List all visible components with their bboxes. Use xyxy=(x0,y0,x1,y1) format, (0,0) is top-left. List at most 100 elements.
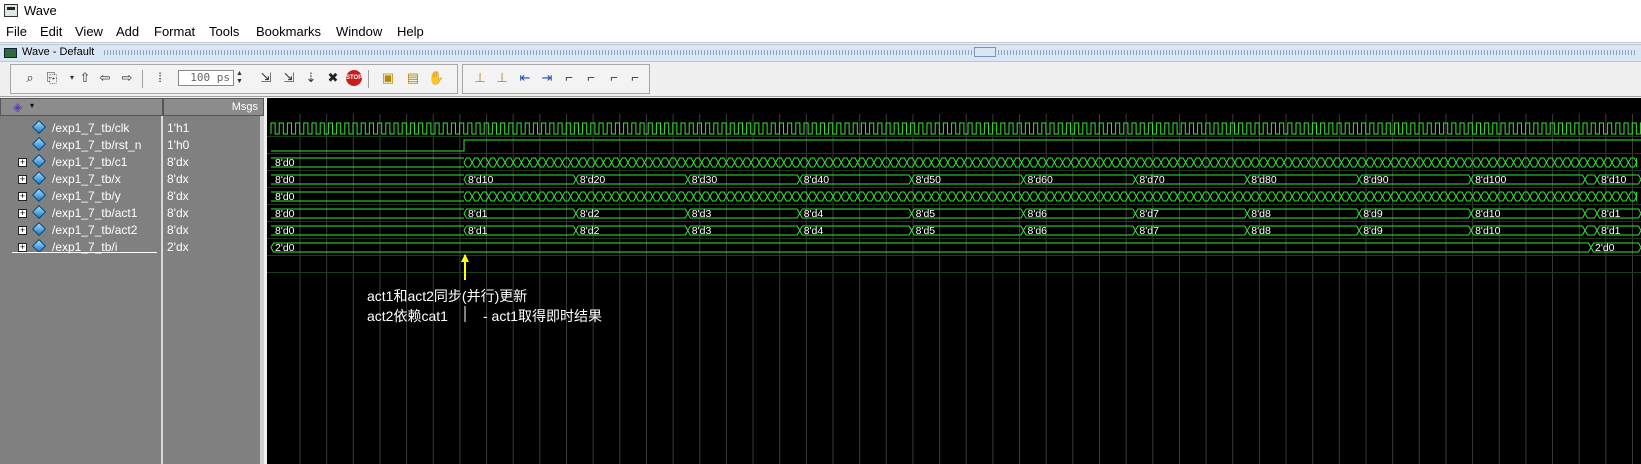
c1-segment xyxy=(1595,157,1605,168)
menu-file[interactable]: File xyxy=(6,24,27,39)
y-segment xyxy=(1545,191,1556,202)
act1-value-label: 8'd6 xyxy=(1028,208,1048,220)
signal-row[interactable]: /exp1_7_tb/clk xyxy=(0,119,163,137)
c1-segment xyxy=(660,157,670,168)
step-over-icon[interactable]: ⇲ xyxy=(281,70,297,86)
c1-segment xyxy=(1537,157,1547,168)
c1-segment xyxy=(1152,157,1162,168)
hand-pan-icon[interactable]: ✋ xyxy=(428,70,444,86)
signal-name: /exp1_7_tb/y xyxy=(52,189,121,203)
falling-edge-icon[interactable]: ⌐ xyxy=(561,70,577,86)
signal-row[interactable]: + /exp1_7_tb/act1 xyxy=(0,204,163,222)
expand-plus-icon[interactable]: + xyxy=(18,226,27,235)
signal-row[interactable]: + /exp1_7_tb/y xyxy=(0,187,163,205)
value-row[interactable]: 1'h1 xyxy=(163,120,263,137)
y-segment xyxy=(619,191,629,202)
y-segment xyxy=(488,191,498,202)
c1-segment xyxy=(1291,157,1301,168)
y-segment xyxy=(1316,191,1326,202)
value-row[interactable]: 8'dx xyxy=(163,222,263,239)
rst-n-wave xyxy=(271,139,1641,152)
c1-segment xyxy=(1144,157,1154,168)
menu-help[interactable]: Help xyxy=(397,24,424,39)
y-segment xyxy=(1554,191,1564,202)
chevron-down-icon[interactable]: ▾ xyxy=(30,101,34,110)
expand-plus-icon[interactable]: + xyxy=(18,209,27,218)
menu-edit[interactable]: Edit xyxy=(40,24,62,39)
value-row[interactable]: 8'dx xyxy=(163,171,263,188)
run-length-input[interactable]: 100 ps xyxy=(178,70,234,86)
menu-view[interactable]: View xyxy=(75,24,103,39)
menu-bookmarks[interactable]: Bookmarks xyxy=(256,24,321,39)
search-icon[interactable]: ⌕ xyxy=(22,70,38,86)
x-value-label: 8'd70 xyxy=(1139,174,1165,186)
expand-plus-icon[interactable]: + xyxy=(18,158,27,167)
restart-icon[interactable]: ▣ xyxy=(380,70,396,86)
x-value-label: 8'd80 xyxy=(1251,174,1277,186)
value-row[interactable]: 8'dx xyxy=(163,154,263,171)
back-icon[interactable]: ⇦ xyxy=(97,70,113,86)
value-row[interactable]: 8'dx xyxy=(163,205,263,222)
c1-segment xyxy=(570,157,580,168)
c1-segment xyxy=(840,157,850,168)
palette-icon[interactable]: ◈ xyxy=(13,101,27,113)
step-icon[interactable]: ⇲ xyxy=(258,70,274,86)
signal-row[interactable]: + /exp1_7_tb/i xyxy=(0,238,163,256)
value-row[interactable]: 8'dx xyxy=(163,188,263,205)
expand-plus-icon[interactable]: + xyxy=(18,243,27,252)
x-value-label: 8'd10 xyxy=(468,174,494,186)
wave-window-title: Wave - Default xyxy=(22,46,95,58)
signal-row[interactable]: + /exp1_7_tb/act2 xyxy=(0,221,163,239)
y-segment xyxy=(734,191,744,202)
signal-row[interactable]: + /exp1_7_tb/x xyxy=(0,170,163,188)
run-length-spinner[interactable]: ▲ ▼ xyxy=(236,70,245,86)
y-segment xyxy=(1250,191,1260,202)
c1-segment xyxy=(1554,157,1564,168)
menu-add[interactable]: Add xyxy=(116,24,139,39)
y-segment xyxy=(1111,191,1121,202)
c1-segment xyxy=(1406,157,1416,168)
c1-segment xyxy=(1119,157,1129,168)
y-segment xyxy=(1045,191,1055,202)
find-next-icon[interactable]: ⎘ xyxy=(44,70,60,86)
go-up-icon[interactable]: ⇧ xyxy=(77,70,93,86)
menu-tools[interactable]: Tools xyxy=(209,24,239,39)
value-row[interactable]: 2'dx xyxy=(163,239,263,256)
dock-grip-handle[interactable] xyxy=(974,47,996,57)
signal-row[interactable]: + /exp1_7_tb/c1 xyxy=(0,153,163,171)
break-icon[interactable]: ✖ xyxy=(325,70,341,86)
menu-format[interactable]: Format xyxy=(154,24,195,39)
expand-plus-icon[interactable]: + xyxy=(18,192,27,201)
continue-icon[interactable]: ⇣ xyxy=(303,70,319,86)
forward-icon[interactable]: ⇨ xyxy=(119,70,135,86)
edge-prev-icon[interactable]: ⊥ xyxy=(472,70,488,86)
zoom-fit-icon[interactable]: ▤ xyxy=(405,70,421,86)
toolbar-separator xyxy=(142,70,143,88)
cursor-right-icon[interactable]: ⇥ xyxy=(539,70,555,86)
y-segment xyxy=(898,191,908,202)
value-row[interactable]: 1'h0 xyxy=(163,137,263,154)
wave-window-header[interactable]: Wave - Default xyxy=(0,44,1641,62)
c1-segment xyxy=(1562,157,1572,168)
stop-icon[interactable]: STOP xyxy=(346,70,362,86)
cursor-lock-icon[interactable]: ⌐ xyxy=(606,70,622,86)
y-segment xyxy=(602,191,613,202)
y-segment xyxy=(1431,191,1441,202)
signal-name: /exp1_7_tb/act2 xyxy=(52,223,138,237)
menu-window[interactable]: Window xyxy=(336,24,382,39)
edge-next-icon[interactable]: ⊥ xyxy=(494,70,510,86)
y-segment xyxy=(660,191,670,202)
c1-segment xyxy=(1012,157,1023,168)
menu-bar: File Edit View Add Format Tools Bookmark… xyxy=(0,22,1641,43)
waveform-canvas[interactable]: 8'd0 8'd0 8'd0 8'd10 8'd20 8'd30 8'd40 8'd50 8'd… xyxy=(267,98,1641,464)
signal-value: 8'dx xyxy=(167,223,189,237)
expand-plus-icon[interactable]: + xyxy=(18,175,27,184)
c1-segment xyxy=(1357,157,1367,168)
signal-row[interactable]: /exp1_7_tb/rst_n xyxy=(0,136,163,154)
cursor-left-icon[interactable]: ⇤ xyxy=(517,70,533,86)
y-segment xyxy=(504,191,514,202)
c1-segment xyxy=(766,157,777,168)
rising-edge-icon[interactable]: ⌐ xyxy=(583,70,599,86)
cursor-unlock-icon[interactable]: ⌐ xyxy=(627,70,643,86)
insert-cursor-icon[interactable]: ⁞ xyxy=(152,70,168,86)
